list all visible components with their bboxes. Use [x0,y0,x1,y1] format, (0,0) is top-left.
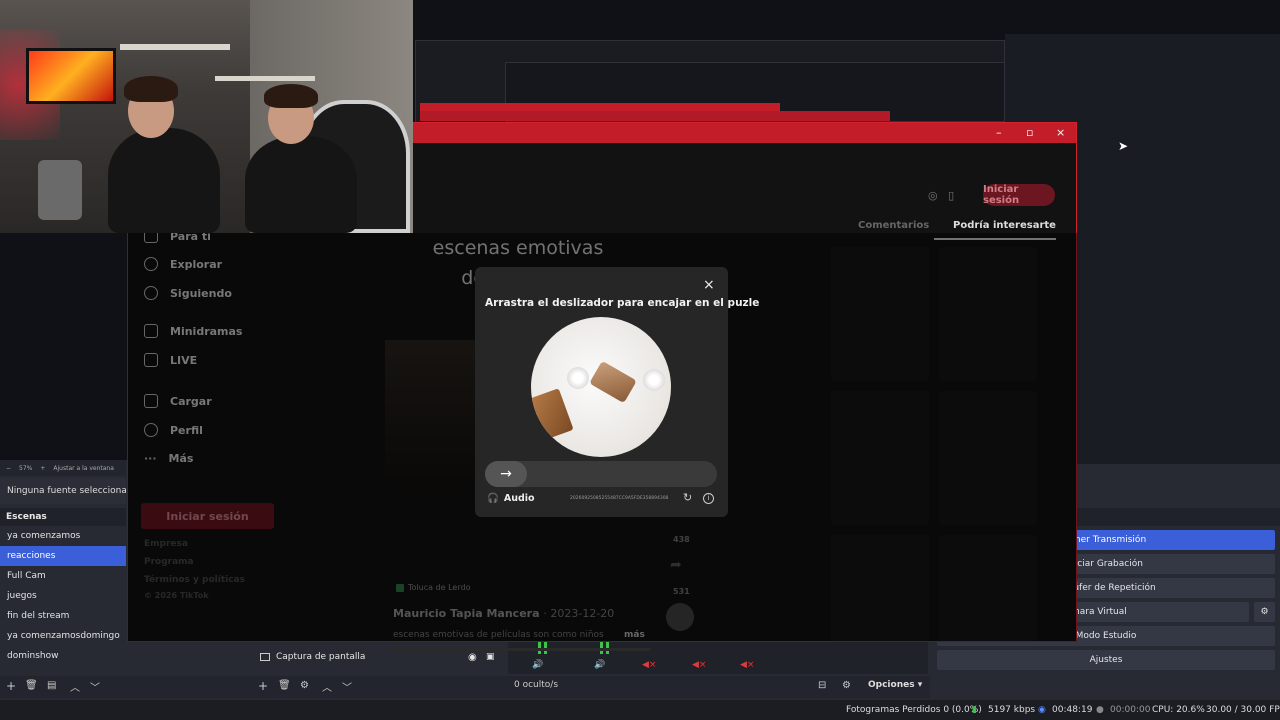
fps: 30.00 / 30.00 FPS [1206,705,1280,715]
speaker-icon[interactable]: 🔊 [594,660,605,670]
hair-left [124,76,178,102]
zoom-in-button[interactable]: + [40,465,45,472]
arrow-right-icon: → [500,466,512,482]
headphones-icon: 🎧 [487,493,499,504]
options-button[interactable]: Opciones ▾ [868,680,922,690]
dropped-frames: Fotogramas Perdidos 0 (0.0%) [846,705,982,715]
zoom-value: 57% [19,464,33,472]
audio-mixer: 🔊 🔊 ◀× ◀× ◀× [508,640,928,674]
scenes-list: ya comenzamos reacciones Full Cam juegos… [0,526,126,676]
eye-icon[interactable]: ◉ [468,652,477,663]
monitor-icon [260,653,270,661]
slider-handle[interactable]: → [485,461,527,487]
zoom-bar: − 57% + Ajustar a la ventana [0,460,126,476]
muted-icon[interactable]: ◀× [740,660,754,670]
trash-icon[interactable]: 🗑 [25,680,38,691]
thermos [38,160,82,220]
gear-icon[interactable]: ⚙ [300,680,309,691]
muted-icon[interactable]: ◀× [642,660,656,670]
scene-item[interactable]: ya comenzamos [0,526,126,546]
dandelion-puff [567,367,589,389]
coin-icon[interactable]: ◎ [928,189,938,202]
bitrate: 5197 kbps [988,705,1036,715]
status-bar: Fotogramas Perdidos 0 (0.0%) ▮ 5197 kbps… [0,700,1280,720]
webcam-feed [0,0,413,233]
refresh-icon[interactable]: ↻ [683,491,692,504]
lock-icon[interactable]: ▣ [486,652,495,662]
puzzle-piece-cork [531,388,574,440]
puzzle-piece-bottle [589,360,637,404]
top-icons: ◎ ▯ [928,189,954,202]
maximize-icon[interactable]: ▫ [1026,126,1033,139]
up-icon[interactable]: ︿ [322,679,332,694]
scene-item[interactable]: dominshow [0,646,126,666]
dock-toolbars: + 🗑 ▤ ︿ ﹀ + 🗑 ⚙ ︿ ﹀ ⊟ ⚙ [0,676,930,698]
hair-right [264,84,318,108]
captcha-code: 20260925085255487CC9A5FDE358894308 [570,496,669,501]
captcha-modal: × Arrastra el deslizador para encajar en… [475,267,759,517]
puzzle-image [531,317,671,457]
captcha-title: Arrastra el deslizador para encajar en e… [485,297,760,309]
info-icon[interactable]: i [703,493,714,504]
no-source-label: Ninguna fuente seleccionada [0,478,126,504]
add-icon[interactable]: + [258,679,268,693]
record-icon: ● [1096,705,1104,715]
settings-button[interactable]: Ajustes [937,650,1275,670]
zoom-out-button[interactable]: − [6,465,11,472]
options-label: Opciones [868,680,915,690]
dandelion-puff [643,369,665,391]
virtual-camera-settings-icon[interactable]: ⚙ [1254,602,1275,622]
trash-icon[interactable]: 🗑 [278,680,291,691]
down-icon[interactable]: ﹀ [342,679,352,694]
hidden-sources-count: 0 oculto/s [514,680,559,690]
puzzle-slider-track[interactable]: → [485,461,717,487]
mouse-cursor-icon: ➤ [1118,139,1129,153]
tab-interest[interactable]: Podría interesarte [953,220,1056,231]
top-login-button[interactable]: Iniciar sesión [983,184,1055,206]
audio-button[interactable]: 🎧 Audio [487,493,535,504]
layout-icon[interactable]: ⊟ [818,680,826,691]
scenes-header: Escenas [0,508,126,526]
fit-window-button[interactable]: Ajustar a la ventana [53,465,114,472]
filter-icon[interactable]: ▤ [47,680,56,691]
add-icon[interactable]: + [6,679,16,693]
down-icon[interactable]: ﹀ [90,679,100,694]
minimize-icon[interactable]: – [996,126,1002,139]
scene-item[interactable]: fin del stream [0,606,126,626]
source-name: Captura de pantalla [276,652,366,662]
speaker-icon[interactable]: 🔊 [532,660,543,670]
stream-time: 00:48:19 [1052,705,1093,715]
phone-icon[interactable]: ▯ [948,189,954,202]
person-left [108,128,220,233]
scene-item[interactable]: Full Cam [0,566,126,586]
tv-fireplace [26,48,116,104]
signal-icon: ▮ [972,705,977,715]
cpu-usage: CPU: 20.6% [1152,705,1205,715]
scene-item[interactable]: juegos [0,586,126,606]
video-progress[interactable] [390,648,650,651]
nested-red-bar-2 [420,111,890,121]
tab-comments[interactable]: Comentarios [858,220,929,231]
shelf [215,76,315,81]
muted-icon[interactable]: ◀× [692,660,706,670]
up-icon[interactable]: ︿ [70,679,80,694]
nested-red-bar [420,103,780,111]
advanced-audio-icon[interactable]: ⚙ [842,680,851,691]
stream-icon: ◉ [1038,705,1046,715]
record-time: 00:00:00 [1110,705,1151,715]
close-icon[interactable]: × [703,277,715,293]
close-icon[interactable]: × [1056,126,1065,139]
shelf [120,44,230,50]
person-right [245,136,357,233]
scene-item[interactable]: ya comenzamosdomingo [0,626,126,646]
scene-item-active[interactable]: reacciones [0,546,126,566]
audio-label: Audio [503,493,535,504]
